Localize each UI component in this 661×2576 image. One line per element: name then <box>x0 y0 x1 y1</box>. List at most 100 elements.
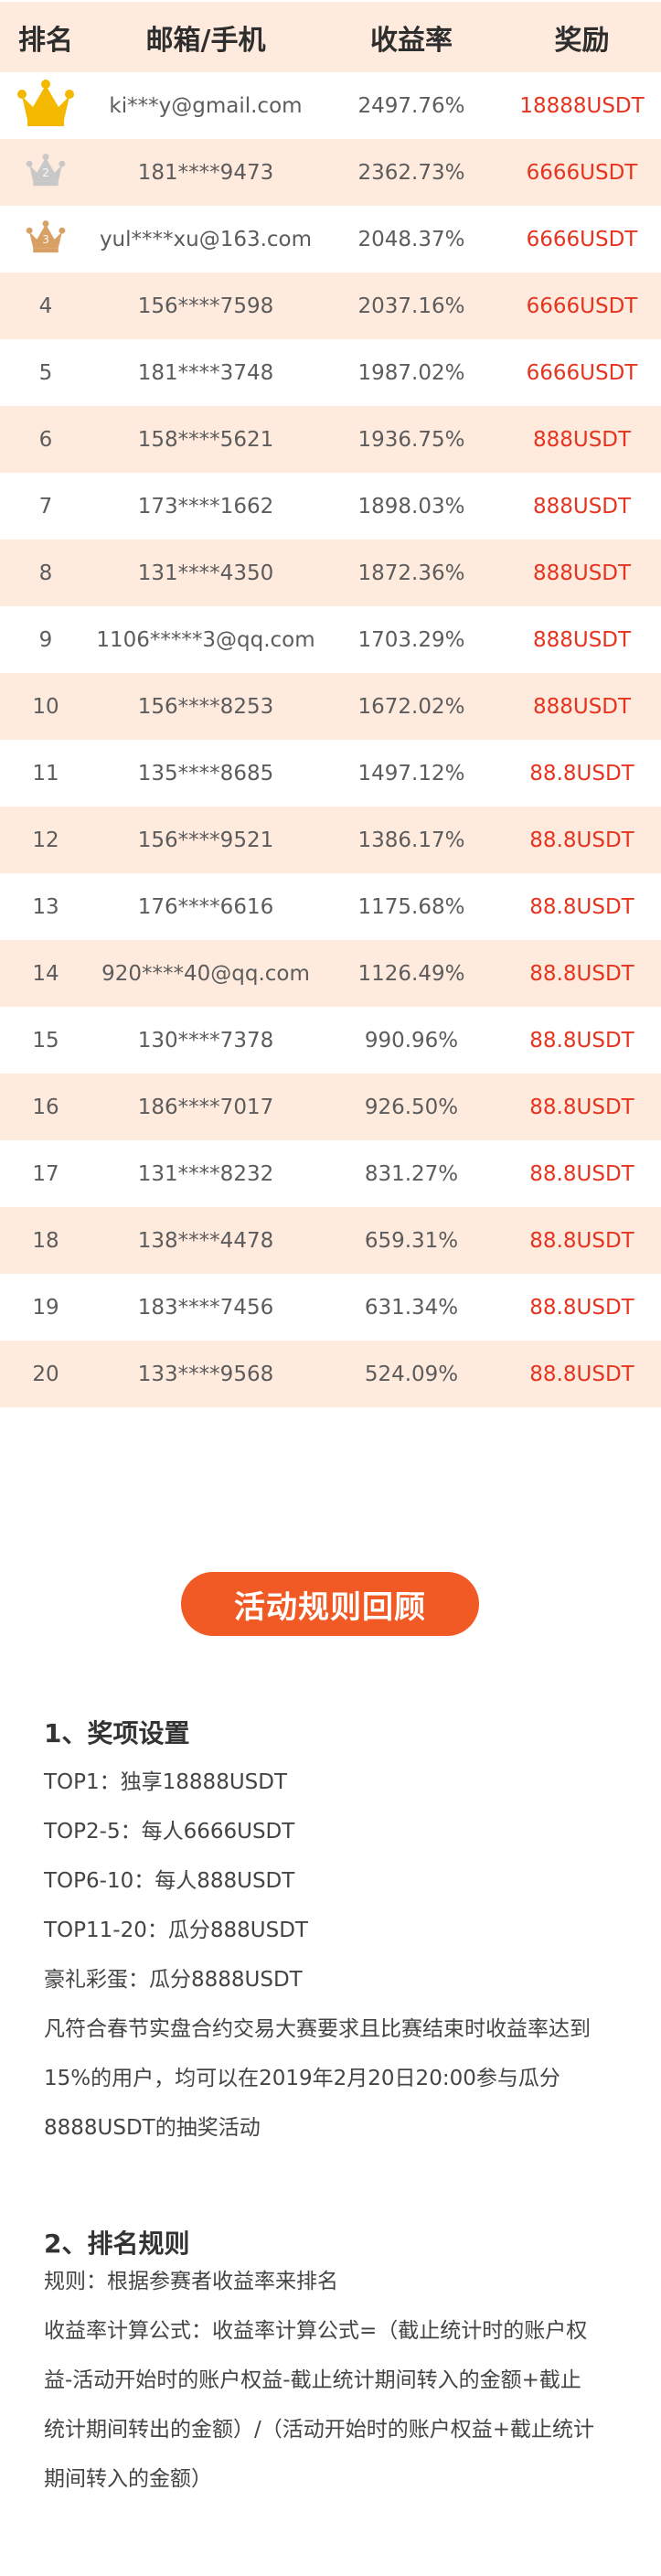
table-row: 2 181****9473 2362.73% 6666USDT <box>0 139 661 206</box>
table-row: ki***y@gmail.com 2497.76% 18888USDT <box>0 72 661 139</box>
table-row: 16 186****7017 926.50% 88.8USDT <box>0 1074 661 1140</box>
rank-cell: 5 <box>38 360 53 385</box>
reward-cell: 888USDT <box>532 494 632 518</box>
leaderboard-page: 排名 邮箱/手机 收益率 奖励 ki***y@gmail.com 2497.76%… <box>0 2 661 2576</box>
rank-cell: 7 <box>38 494 53 518</box>
reward-cell: 88.8USDT <box>529 1095 634 1119</box>
rank-cell: 14 <box>32 961 59 986</box>
rules-list: 规则：根据参赛者收益率来排名 <box>44 2257 629 2306</box>
rank-medal: 2 <box>0 153 91 192</box>
reward-cell: 888USDT <box>532 561 632 585</box>
prize-item: TOP2-5：每人6666USDT <box>44 1820 295 1844</box>
header-account: 邮箱/手机 <box>145 24 266 57</box>
reward-cell: 88.8USDT <box>529 1362 634 1386</box>
prize-description: 凡符合春节实盘合约交易大赛要求且比赛结束时收益率达到 15%的用户，均可以在201… <box>44 2004 629 2153</box>
reward-cell: 88.8USDT <box>529 761 634 786</box>
rules-review-button[interactable]: 活动规则回顾 <box>181 1572 479 1636</box>
yield-cell: 1898.03% <box>357 494 465 518</box>
reward-cell: 888USDT <box>532 694 632 719</box>
header-rank: 排名 <box>18 24 73 57</box>
yield-cell: 1672.02% <box>357 694 465 719</box>
text-line: 统计期间转出的金额）/（活动开始时的账户权益+截止统计 <box>44 2418 595 2442</box>
rank-cell: 12 <box>32 828 59 852</box>
rank-cell: 16 <box>32 1095 59 1119</box>
table-row: 7 173****1662 1898.03% 888USDT <box>0 473 661 540</box>
rank-cell: 10 <box>32 694 59 719</box>
yield-cell: 2497.76% <box>357 93 465 118</box>
reward-cell: 88.8USDT <box>529 1295 634 1320</box>
reward-cell: 18888USDT <box>519 93 645 118</box>
table-row: 9 1106*****3@qq.com 1703.29% 888USDT <box>0 606 661 673</box>
section-ranking-rules: 2、排名规则 规则：根据参赛者收益率来排名 收益率计算公式：收益率计算公式=（截… <box>44 2226 629 2504</box>
gold-crown-icon <box>16 79 75 133</box>
rank-cell: 6 <box>38 427 53 452</box>
silver-crown-icon: 2 <box>26 153 66 192</box>
yield-cell: 1386.17% <box>357 828 465 852</box>
rank-cell: 19 <box>32 1295 59 1320</box>
account-cell: ki***y@gmail.com <box>109 93 303 118</box>
prize-list: TOP1：独享18888USDT TOP2-5：每人6666USDT TOP6-10… <box>44 1758 629 2004</box>
account-cell: 130****7378 <box>137 1028 274 1053</box>
account-cell: 186****7017 <box>137 1095 274 1119</box>
reward-cell: 6666USDT <box>526 294 638 318</box>
reward-cell: 88.8USDT <box>529 1161 634 1186</box>
rank-cell: 15 <box>32 1028 59 1053</box>
bronze-crown-icon: 3 <box>26 219 66 259</box>
prize-item: 豪礼彩蛋：瓜分8888USDT <box>44 1968 303 1992</box>
account-cell: 131****8232 <box>137 1161 274 1186</box>
yield-cell: 1872.36% <box>357 561 465 585</box>
prize-item: TOP1：独享18888USDT <box>44 1770 288 1794</box>
table-body: ki***y@gmail.com 2497.76% 18888USDT 2 181***… <box>0 72 661 1407</box>
table-row: 5 181****3748 1987.02% 6666USDT <box>0 339 661 406</box>
prize-item: TOP6-10：每人888USDT <box>44 1869 295 1893</box>
yield-cell: 1175.68% <box>357 894 465 919</box>
rank-cell: 8 <box>38 561 53 585</box>
account-cell: 1106*****3@qq.com <box>96 627 315 652</box>
rank-medal <box>0 79 91 133</box>
reward-cell: 88.8USDT <box>529 828 634 852</box>
prize-item: TOP11-20：瓜分888USDT <box>44 1919 308 1942</box>
text-line: 期间转入的金额） <box>44 2467 212 2491</box>
rule-item: 规则：根据参赛者收益率来排名 <box>44 2270 338 2293</box>
account-cell: 133****9568 <box>137 1362 274 1386</box>
table-row: 14 920****40@qq.com 1126.49% 88.8USDT <box>0 940 661 1007</box>
text-line: 益-活动开始时的账户权益-截止统计期间转入的金额+截止 <box>44 2368 581 2392</box>
table-row: 10 156****8253 1672.02% 888USDT <box>0 673 661 740</box>
rank-medal: 3 <box>0 219 91 259</box>
account-cell: 920****40@qq.com <box>101 961 310 986</box>
table-row: 3 yul****xu@163.com 2048.37% 6666USDT <box>0 206 661 273</box>
account-cell: 156****7598 <box>137 294 274 318</box>
account-cell: yul****xu@163.com <box>99 227 313 251</box>
section-title: 1、奖项设置 <box>44 1718 190 1748</box>
leaderboard-table: 排名 邮箱/手机 收益率 奖励 ki***y@gmail.com 2497.76%… <box>0 2 661 1407</box>
table-header: 排名 邮箱/手机 收益率 奖励 <box>0 2 661 72</box>
yield-cell: 990.96% <box>364 1028 459 1053</box>
yield-cell: 926.50% <box>364 1095 459 1119</box>
table-row: 15 130****7378 990.96% 88.8USDT <box>0 1007 661 1074</box>
yield-cell: 1126.49% <box>357 961 465 986</box>
table-row: 11 135****8685 1497.12% 88.8USDT <box>0 740 661 807</box>
table-row: 6 158****5621 1936.75% 888USDT <box>0 406 661 473</box>
yield-cell: 2037.16% <box>357 294 465 318</box>
yield-cell: 1497.12% <box>357 761 465 786</box>
yield-cell: 1936.75% <box>357 427 465 452</box>
yield-cell: 524.09% <box>364 1362 459 1386</box>
reward-cell: 888USDT <box>532 427 632 452</box>
account-cell: 181****9473 <box>137 160 274 185</box>
account-cell: 183****7456 <box>137 1295 274 1320</box>
rank-cell: 20 <box>32 1362 59 1386</box>
reward-cell: 6666USDT <box>526 160 638 185</box>
formula-description: 收益率计算公式：收益率计算公式=（截止统计时的账户权 益-活动开始时的账户权益-截… <box>44 2306 629 2504</box>
rank-cell: 17 <box>32 1161 59 1186</box>
table-row: 13 176****6616 1175.68% 88.8USDT <box>0 873 661 940</box>
reward-cell: 88.8USDT <box>529 1228 634 1253</box>
account-cell: 176****6616 <box>137 894 274 919</box>
yield-cell: 631.34% <box>364 1295 459 1320</box>
account-cell: 131****4350 <box>137 561 274 585</box>
text-line: 收益率计算公式：收益率计算公式=（截止统计时的账户权 <box>44 2319 588 2343</box>
yield-cell: 659.31% <box>364 1228 459 1253</box>
header-yield: 收益率 <box>370 24 453 57</box>
reward-cell: 88.8USDT <box>529 894 634 919</box>
text-line: 8888USDT的抽奖活动 <box>44 2116 261 2140</box>
text-line: 凡符合春节实盘合约交易大赛要求且比赛结束时收益率达到 <box>44 2017 591 2041</box>
